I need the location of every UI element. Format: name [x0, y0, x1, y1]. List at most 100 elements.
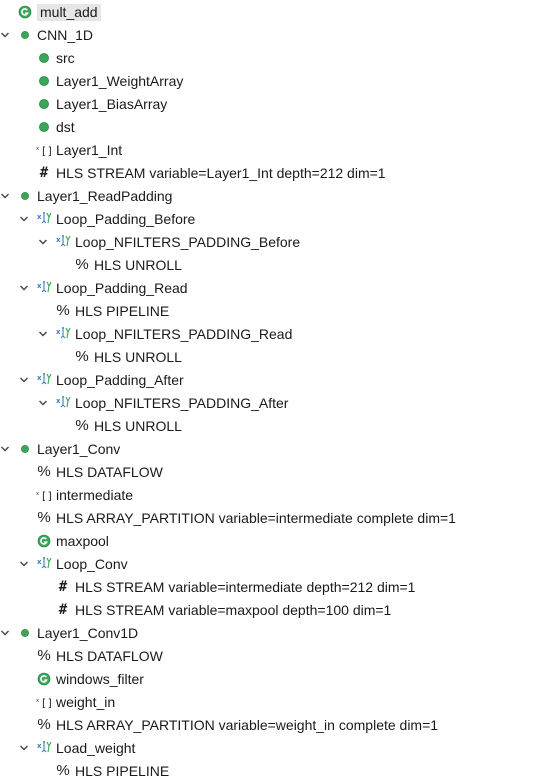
loop-icon: x — [55, 234, 71, 250]
array-icon: x[] — [36, 487, 52, 503]
tree-row[interactable]: % HLS UNROLL — [0, 415, 553, 438]
percent-directive-icon: % — [75, 348, 89, 365]
tree-row[interactable]: x Load_weight — [0, 737, 553, 760]
tree-row[interactable]: x Loop_Conv — [0, 553, 553, 576]
tree-row-label: Layer1_Conv — [37, 441, 121, 457]
tree-row[interactable]: # HLS STREAM variable=Layer1_Int depth=21… — [0, 162, 553, 185]
chevron-down-icon[interactable] — [38, 329, 48, 339]
tree-row-label: Loop_NFILTERS_PADDING_Read — [75, 326, 293, 342]
tree-row-label: HLS UNROLL — [94, 418, 182, 434]
tree-row[interactable]: x Loop_Padding_Before — [0, 208, 553, 231]
function-icon — [36, 671, 52, 687]
chevron-down-icon[interactable] — [0, 30, 10, 40]
loop-icon: x — [36, 556, 52, 572]
chevron-down-icon[interactable] — [19, 375, 29, 385]
top-function-icon — [17, 188, 33, 204]
svg-text:x: x — [37, 374, 42, 382]
tree-row-label: Loop_Padding_After — [56, 372, 184, 388]
tree-row-label: Layer1_BiasArray — [56, 96, 168, 112]
tree-row-label: HLS DATAFLOW — [56, 648, 163, 664]
tree-row-label: HLS DATAFLOW — [56, 464, 163, 480]
tree-row[interactable]: % HLS DATAFLOW — [0, 461, 553, 484]
loop-icon: x — [55, 326, 71, 342]
tree-row-label: CNN_1D — [37, 27, 94, 43]
tree-row-label: HLS ARRAY_PARTITION variable=intermediat… — [56, 510, 456, 526]
tree-row[interactable]: x Loop_Padding_After — [0, 369, 553, 392]
tree-row-label: Layer1_Int — [56, 142, 123, 158]
tree-row[interactable]: % HLS PIPELINE — [0, 760, 553, 783]
tree-row[interactable]: windows_filter — [0, 668, 553, 691]
loop-icon: x — [36, 211, 52, 227]
tree-row[interactable]: maxpool — [0, 530, 553, 553]
port-icon — [36, 50, 52, 66]
top-function-icon — [17, 441, 33, 457]
percent-directive-icon: % — [37, 509, 51, 526]
svg-text:[]: [] — [40, 144, 52, 157]
percent-directive-icon: % — [75, 417, 89, 434]
tree-row-label: Loop_NFILTERS_PADDING_After — [75, 395, 289, 411]
function-icon — [17, 4, 33, 20]
tree-row-label: maxpool — [56, 533, 109, 549]
tree-row-label: HLS STREAM variable=Layer1_Int depth=212… — [56, 165, 386, 181]
chevron-down-icon[interactable] — [19, 283, 29, 293]
hash-directive-icon: # — [39, 165, 49, 181]
percent-directive-icon: % — [37, 647, 51, 664]
chevron-down-icon[interactable] — [19, 214, 29, 224]
top-function-icon — [17, 625, 33, 641]
tree-row[interactable]: % HLS UNROLL — [0, 254, 553, 277]
chevron-down-icon[interactable] — [38, 237, 48, 247]
tree-row[interactable]: % HLS UNROLL — [0, 346, 553, 369]
tree-row[interactable]: x[]intermediate — [0, 484, 553, 507]
tree-row[interactable]: dst — [0, 116, 553, 139]
tree-row[interactable]: % HLS ARRAY_PARTITION variable=intermedia… — [0, 507, 553, 530]
chevron-down-icon[interactable] — [19, 559, 29, 569]
port-icon — [36, 119, 52, 135]
tree-row[interactable]: Layer1_ReadPadding — [0, 185, 553, 208]
tree-row[interactable]: x[]Layer1_Int — [0, 139, 553, 162]
hash-directive-icon: # — [58, 602, 68, 618]
tree-row[interactable]: % HLS PIPELINE — [0, 300, 553, 323]
svg-text:[]: [] — [40, 489, 52, 502]
tree-row[interactable]: mult_add — [0, 1, 553, 24]
tree-row[interactable]: CNN_1D — [0, 24, 553, 47]
loop-icon: x — [36, 740, 52, 756]
tree-row[interactable]: Layer1_WeightArray — [0, 70, 553, 93]
chevron-down-icon[interactable] — [38, 398, 48, 408]
tree-row[interactable]: x Loop_NFILTERS_PADDING_After — [0, 392, 553, 415]
tree-row[interactable]: x Loop_NFILTERS_PADDING_Read — [0, 323, 553, 346]
chevron-down-icon[interactable] — [0, 444, 10, 454]
percent-directive-icon: % — [56, 302, 70, 319]
top-function-icon — [17, 27, 33, 43]
svg-text:x: x — [56, 328, 61, 336]
tree-row-label: Layer1_WeightArray — [56, 73, 184, 89]
tree-row[interactable]: Layer1_BiasArray — [0, 93, 553, 116]
function-icon — [36, 533, 52, 549]
tree-row[interactable]: x[]weight_in — [0, 691, 553, 714]
tree-row-label: Load_weight — [56, 740, 136, 756]
chevron-down-icon[interactable] — [19, 743, 29, 753]
tree-row[interactable]: # HLS STREAM variable=maxpool depth=100 d… — [0, 599, 553, 622]
tree-row-label: Loop_Padding_Read — [56, 280, 188, 296]
tree-row[interactable]: % HLS DATAFLOW — [0, 645, 553, 668]
tree-row[interactable]: x Loop_Padding_Read — [0, 277, 553, 300]
chevron-down-icon[interactable] — [0, 628, 10, 638]
percent-directive-icon: % — [56, 762, 70, 779]
tree-row-label: HLS UNROLL — [94, 257, 182, 273]
tree-row[interactable]: x Loop_NFILTERS_PADDING_Before — [0, 231, 553, 254]
outline-tree: mult_add CNN_1Dsrc Layer1_WeightArray Layer… — [0, 0, 553, 781]
tree-row[interactable]: src — [0, 47, 553, 70]
svg-text:x: x — [56, 236, 61, 244]
percent-directive-icon: % — [37, 716, 51, 733]
tree-row-label: HLS STREAM variable=maxpool depth=100 di… — [75, 602, 392, 618]
tree-row-label: HLS PIPELINE — [75, 303, 170, 319]
tree-row[interactable]: # HLS STREAM variable=intermediate depth=… — [0, 576, 553, 599]
chevron-down-icon[interactable] — [0, 191, 10, 201]
svg-text:x: x — [36, 491, 39, 497]
svg-text:x: x — [37, 558, 42, 566]
svg-text:x: x — [56, 397, 61, 405]
tree-row[interactable]: % HLS ARRAY_PARTITION variable=weight_in … — [0, 714, 553, 737]
tree-row-label: Loop_Conv — [56, 556, 128, 572]
tree-row-label: windows_filter — [56, 671, 144, 687]
tree-row[interactable]: Layer1_Conv1D — [0, 622, 553, 645]
tree-row[interactable]: Layer1_Conv — [0, 438, 553, 461]
